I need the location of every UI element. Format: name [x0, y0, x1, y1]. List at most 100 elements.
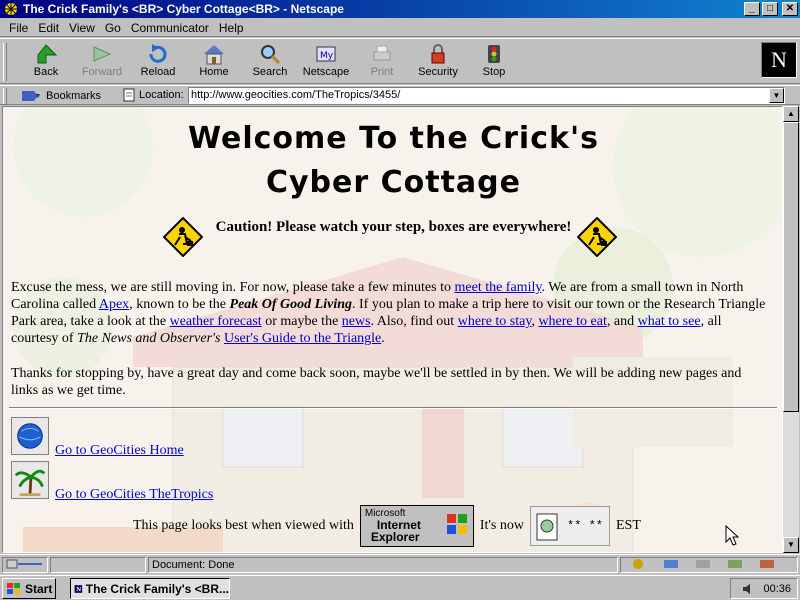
back-button[interactable]: Back [18, 41, 74, 83]
status-text: Document: Done [148, 557, 618, 573]
peak-of-good-living: Peak Of Good Living [229, 297, 352, 312]
reload-icon [149, 44, 167, 63]
stop-button[interactable]: Stop [466, 41, 522, 83]
vertical-scrollbar[interactable]: ▲ ▼ [783, 106, 799, 553]
page-title-line2: Cyber Cottage [265, 165, 521, 200]
netscape-throbber[interactable]: N [761, 42, 797, 78]
system-tray: 00:36 [730, 578, 798, 599]
scroll-up-icon[interactable]: ▲ [783, 106, 799, 122]
meet-family-link[interactable]: meet the family [455, 280, 542, 295]
forward-arrow-icon [93, 46, 112, 62]
taskbar: Start N The Crick Family's <BR... 00:36 [0, 575, 800, 600]
netscape-label: Netscape [302, 66, 350, 78]
location-bar: Bookmarks Location: http://www.geocities… [0, 85, 800, 105]
connection-icon [6, 559, 42, 569]
page-proxy-icon[interactable] [122, 88, 136, 102]
geocities-tropics-link[interactable]: Go to GeoCities TheTropics [55, 487, 213, 503]
menu-bar: File Edit View Go Communicator Help [0, 19, 800, 37]
back-label: Back [33, 66, 59, 78]
search-icon [261, 45, 281, 65]
menu-view[interactable]: View [64, 21, 100, 35]
best-viewed-row: This page looks best when viewed with Mi… [133, 505, 641, 547]
home-button[interactable]: Home [186, 41, 242, 83]
search-label: Search [252, 66, 288, 78]
mouse-cursor-icon [725, 525, 740, 546]
its-now-text: It's now [479, 518, 524, 533]
clock-widget-icon [536, 513, 558, 541]
volume-icon[interactable] [741, 582, 755, 596]
stop-icon [488, 45, 500, 63]
tray-clock[interactable]: 00:36 [763, 583, 791, 595]
intro-paragraph: Excuse the mess, we are still moving in.… [11, 279, 771, 347]
timezone-text: EST [616, 518, 641, 533]
menu-file[interactable]: File [4, 21, 33, 35]
url-text: http://www.geocities.com/TheTropics/3455… [191, 89, 401, 101]
menu-edit[interactable]: Edit [33, 21, 64, 35]
windows-logo-icon [446, 514, 467, 534]
netscape-icon: My [316, 46, 336, 62]
scroll-thumb[interactable] [783, 122, 799, 412]
bookmarks-label: Bookmarks [46, 90, 102, 102]
navigation-toolbar: Back Forward Reload Home Search My Netsc… [0, 38, 800, 84]
component-bar-icons[interactable] [624, 558, 794, 570]
reload-button[interactable]: Reload [130, 41, 186, 83]
weather-forecast-link[interactable]: weather forecast [170, 314, 262, 329]
print-button[interactable]: Print [354, 41, 410, 83]
horizontal-rule [9, 407, 777, 409]
status-bar: Document: Done [0, 554, 800, 574]
users-guide-link[interactable]: User's Guide to the Triangle [224, 331, 381, 346]
reload-label: Reload [140, 66, 176, 78]
news-observer-credit: The News and Observer's [77, 331, 221, 346]
intro-text: or maybe the [261, 314, 342, 329]
geocities-globe-icon[interactable] [11, 417, 49, 455]
page-title: Welcome To the Crick's Cyber Cottage [3, 117, 782, 205]
stop-label: Stop [482, 66, 506, 78]
security-label: Security [418, 66, 458, 78]
home-label: Home [199, 66, 229, 78]
location-grip[interactable] [3, 88, 7, 104]
taskbar-netscape-window[interactable]: N The Crick Family's <BR... [70, 578, 230, 599]
maximize-button[interactable]: □ [762, 2, 778, 16]
page-content: Welcome To the Crick's Cyber Cottage Cau… [2, 106, 783, 553]
menu-go[interactable]: Go [100, 21, 126, 35]
forward-button[interactable]: Forward [74, 41, 130, 83]
where-to-stay-link[interactable]: where to stay [458, 314, 532, 329]
page-title-line1: Welcome To the Crick's [188, 121, 599, 156]
url-input[interactable]: http://www.geocities.com/TheTropics/3455… [188, 87, 785, 104]
intro-text: . Also, find out [370, 314, 458, 329]
where-to-eat-link[interactable]: where to eat [538, 314, 606, 329]
intro-text: , and [606, 314, 638, 329]
what-to-see-link[interactable]: what to see [638, 314, 701, 329]
toolbar-grip[interactable] [3, 43, 7, 81]
thanks-paragraph: Thanks for stopping by, have a great day… [11, 366, 742, 398]
search-button[interactable]: Search [242, 41, 298, 83]
internet-explorer-badge[interactable]: Microsoft Internet Explorer [359, 505, 474, 547]
menu-communicator[interactable]: Communicator [126, 21, 214, 35]
geocities-home-link[interactable]: Go to GeoCities Home [55, 443, 184, 459]
palm-tree-icon[interactable] [11, 461, 49, 499]
home-icon [204, 45, 224, 65]
intro-text: . [381, 331, 385, 346]
netscape-app-icon: N [74, 584, 83, 593]
minimize-button[interactable]: _ [744, 2, 760, 16]
netscape-button[interactable]: My Netscape [298, 41, 354, 83]
lock-icon [431, 44, 445, 64]
best-viewed-text: This page looks best when viewed with [133, 518, 354, 533]
component-bar [620, 557, 798, 573]
netscape-app-icon [4, 2, 18, 16]
start-label: Start [25, 581, 53, 596]
security-button[interactable]: Security [410, 41, 466, 83]
bookmarks-button[interactable]: Bookmarks [20, 88, 101, 104]
news-link[interactable]: news [342, 314, 371, 329]
status-progress-cell [50, 557, 146, 573]
title-bar: The Crick Family's <BR> Cyber Cottage<BR… [0, 0, 800, 18]
menu-help[interactable]: Help [214, 21, 249, 35]
scroll-down-icon[interactable]: ▼ [783, 537, 799, 553]
apex-link[interactable]: Apex [99, 297, 129, 312]
caution-message: Caution! Please watch your step, boxes a… [215, 219, 572, 235]
url-dropdown-icon[interactable]: ▼ [769, 88, 784, 103]
start-button[interactable]: Start [2, 578, 56, 599]
ie-badge-explorer: Explorer [370, 530, 420, 544]
close-button[interactable]: ✕ [782, 2, 798, 16]
status-security-cell[interactable] [2, 557, 48, 573]
